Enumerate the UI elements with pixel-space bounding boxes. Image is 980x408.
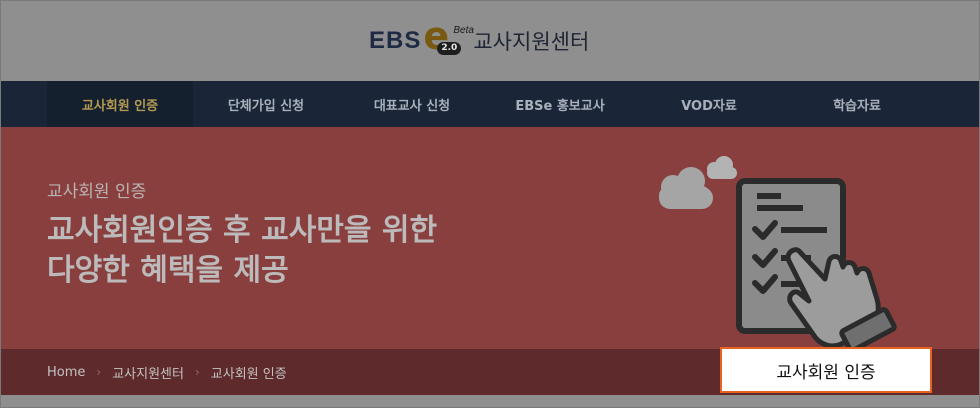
breadcrumb-separator-icon: › — [96, 365, 102, 379]
hero-subtitle: 교사회원 인증 — [47, 182, 147, 202]
site-title: 교사지원센터 — [473, 30, 590, 54]
logo-beta-label: Beta — [453, 25, 474, 36]
page-frame: EBS e 2.0 Beta 교사지원센터 교사회원 인증 단체가입 신청 대표… — [0, 0, 980, 408]
ebs-logo[interactable]: EBS e 2.0 Beta 교사지원센터 — [369, 17, 590, 59]
breadcrumb-teacher-center[interactable]: 교사지원센터 — [112, 363, 184, 382]
breadcrumb-home[interactable]: Home — [47, 365, 85, 380]
hero-title-line2: 다양한 혜택을 제공 — [47, 253, 289, 288]
breadcrumb-separator-icon: › — [194, 365, 200, 379]
site-header: EBS e 2.0 Beta 교사지원센터 — [1, 1, 979, 81]
logo-e-mark: e 2.0 Beta — [423, 17, 474, 59]
hero-banner: 교사회원 인증 교사회원인증 후 교사만을 위한 다양한 혜택을 제공 — [1, 127, 979, 349]
nav-item-promo-teacher[interactable]: EBSe 홍보교사 — [485, 81, 635, 127]
nav-item-group-signup[interactable]: 단체가입 신청 — [193, 81, 339, 127]
nav-item-teacher-auth[interactable]: 교사회원 인증 — [47, 81, 193, 127]
hero-title: 교사회원인증 후 교사만을 위한 다양한 혜택을 제공 — [47, 211, 437, 291]
nav-item-lead-teacher[interactable]: 대표교사 신청 — [339, 81, 485, 127]
breadcrumb-current[interactable]: 교사회원 인증 — [211, 363, 287, 382]
logo-ebs-text: EBS — [369, 27, 422, 54]
checklist-illustration — [659, 156, 897, 347]
cloud-icon — [659, 167, 713, 209]
main-nav: 교사회원 인증 단체가입 신청 대표교사 신청 EBSe 홍보교사 VOD자료 … — [1, 81, 979, 127]
nav-item-vod[interactable]: VOD자료 — [635, 81, 783, 127]
nav-item-study-material[interactable]: 학습자료 — [783, 81, 931, 127]
cloud-small-icon — [707, 156, 737, 179]
hero-title-line1: 교사회원인증 후 교사만을 위한 — [47, 213, 438, 248]
teacher-auth-callout[interactable]: 교사회원 인증 — [720, 347, 932, 393]
page-content-edge — [1, 395, 979, 407]
logo-version-badge: 2.0 — [437, 42, 462, 55]
